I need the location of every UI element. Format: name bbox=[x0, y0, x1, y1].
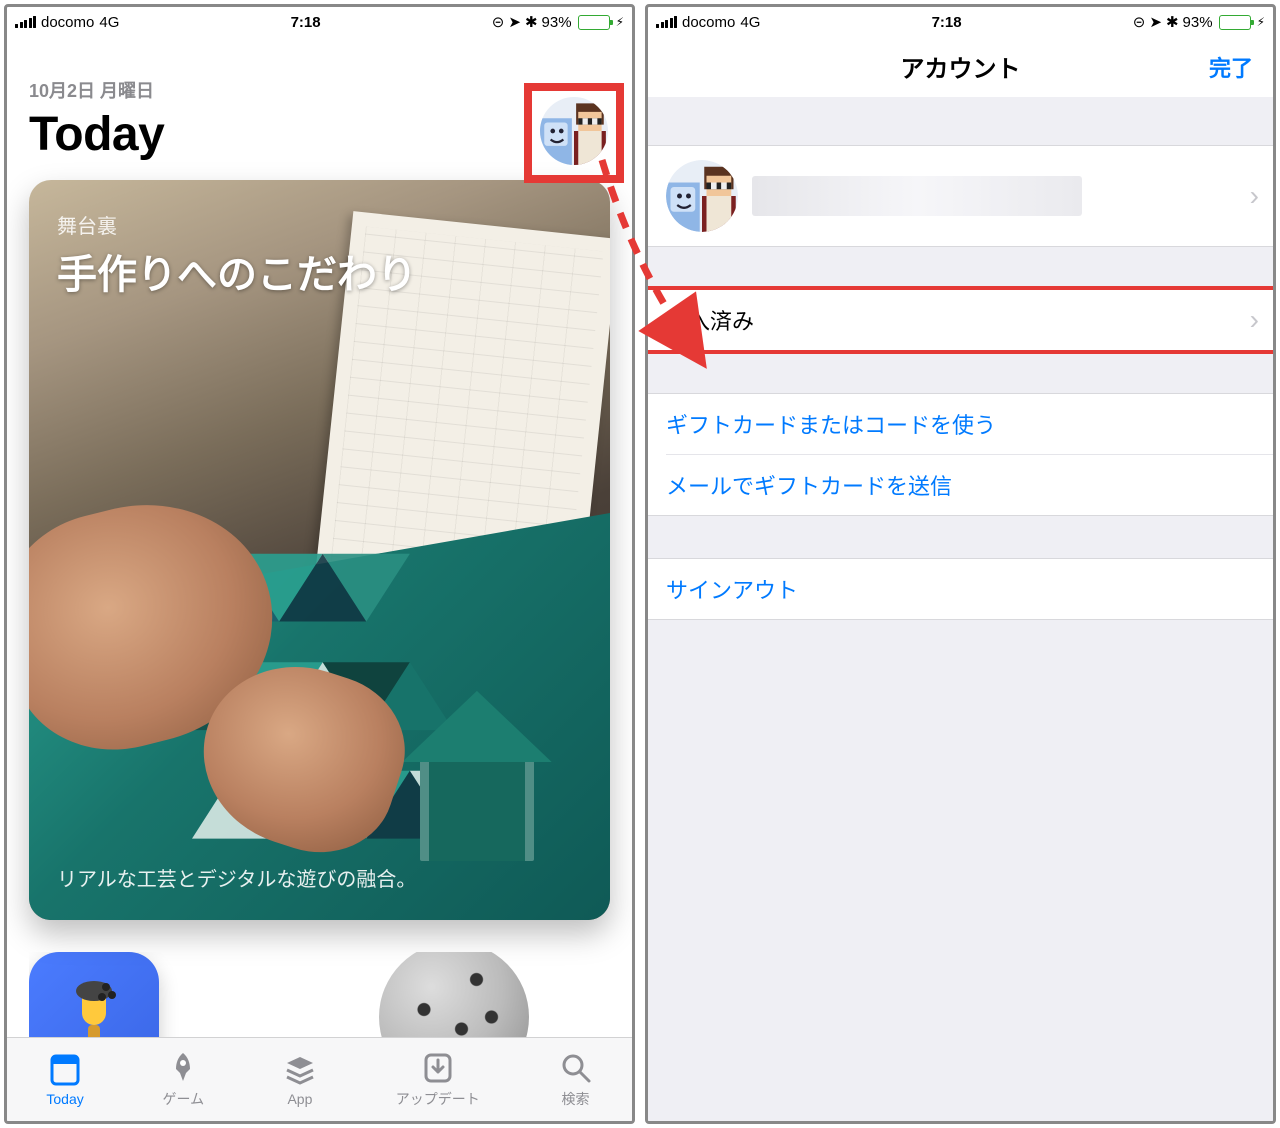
tab-games-label: ゲーム bbox=[163, 1089, 205, 1109]
redeem-gift-label: ギフトカードまたはコードを使う bbox=[666, 408, 996, 440]
tab-today-label: Today bbox=[46, 1091, 83, 1107]
next-card-peek bbox=[29, 952, 610, 1037]
battery-icon bbox=[1219, 15, 1251, 30]
today-header: 10月2日 月曜日 Today bbox=[7, 37, 632, 172]
rotation-lock-icon: ⊝ bbox=[492, 13, 505, 31]
send-gift-label: メールでギフトカードを送信 bbox=[666, 469, 952, 501]
layers-icon bbox=[283, 1053, 317, 1087]
avatar-icon bbox=[666, 160, 738, 232]
done-button[interactable]: 完了 bbox=[1209, 51, 1253, 83]
clock: 7:18 bbox=[760, 14, 1132, 31]
signal-icon bbox=[656, 16, 677, 28]
purchased-label: 購入済み bbox=[666, 304, 754, 336]
tab-apps[interactable]: App bbox=[283, 1053, 317, 1107]
nav-title: アカウント bbox=[901, 49, 1021, 84]
card-headline: 手作りへのこだわり bbox=[57, 242, 417, 300]
tab-today[interactable]: Today bbox=[46, 1053, 83, 1107]
battery-pct: 93% bbox=[1183, 14, 1213, 31]
send-gift-cell[interactable]: メールでギフトカードを送信 bbox=[666, 454, 1273, 515]
chevron-right-icon: › bbox=[1250, 180, 1259, 212]
battery-icon bbox=[578, 15, 610, 30]
today-icon bbox=[48, 1053, 82, 1087]
signout-label: サインアウト bbox=[666, 573, 798, 605]
carrier-label: docomo bbox=[41, 14, 94, 31]
battery-pct: 93% bbox=[542, 14, 572, 31]
search-icon bbox=[559, 1051, 593, 1085]
rotation-lock-icon: ⊝ bbox=[1133, 13, 1146, 31]
chevron-right-icon: › bbox=[1250, 304, 1259, 336]
location-icon: ➤ bbox=[1149, 13, 1162, 31]
card-caption: リアルな工芸とデジタルな遊びの融合。 bbox=[57, 863, 416, 892]
signout-cell[interactable]: サインアウト bbox=[648, 559, 1273, 619]
tab-updates[interactable]: アップデート bbox=[396, 1051, 480, 1109]
status-bar: docomo 4G 7:18 ⊝ ➤ ✱ 93% ⚡︎ bbox=[7, 7, 632, 37]
carrier-label: docomo bbox=[682, 14, 735, 31]
network-label: 4G bbox=[740, 14, 760, 31]
phone-left-appstore-today: docomo 4G 7:18 ⊝ ➤ ✱ 93% ⚡︎ 10月2日 月曜日 To… bbox=[4, 4, 635, 1124]
rocket-icon bbox=[166, 1051, 200, 1085]
tab-search-label: 検索 bbox=[562, 1089, 590, 1109]
nav-bar: アカウント 完了 bbox=[648, 37, 1273, 97]
card-eyebrow: 舞台裏 bbox=[57, 210, 117, 239]
download-icon bbox=[421, 1051, 455, 1085]
tab-updates-label: アップデート bbox=[396, 1089, 480, 1109]
network-label: 4G bbox=[99, 14, 119, 31]
redeem-gift-cell[interactable]: ギフトカードまたはコードを使う bbox=[648, 394, 1273, 454]
purchased-cell[interactable]: 購入済み › bbox=[648, 290, 1273, 350]
charging-icon: ⚡︎ bbox=[616, 15, 624, 29]
peek-app-icon bbox=[29, 952, 159, 1037]
tab-apps-label: App bbox=[287, 1091, 312, 1107]
clock: 7:18 bbox=[119, 14, 491, 31]
tab-games[interactable]: ゲーム bbox=[163, 1051, 205, 1109]
phone-right-account: docomo 4G 7:18 ⊝ ➤ ✱ 93% ⚡︎ アカウント 完了 bbox=[645, 4, 1276, 1124]
avatar-icon bbox=[540, 97, 608, 165]
account-avatar-button[interactable] bbox=[540, 97, 608, 165]
tab-search[interactable]: 検索 bbox=[559, 1051, 593, 1109]
signal-icon bbox=[15, 16, 36, 28]
page-title: Today bbox=[29, 107, 610, 162]
status-bar: docomo 4G 7:18 ⊝ ➤ ✱ 93% ⚡︎ bbox=[648, 7, 1273, 37]
bluetooth-icon: ✱ bbox=[1166, 13, 1179, 31]
charging-icon: ⚡︎ bbox=[1257, 15, 1265, 29]
location-icon: ➤ bbox=[508, 13, 521, 31]
tab-bar: Today ゲーム App アップデート 検索 bbox=[7, 1037, 632, 1121]
peek-movie-reel-icon bbox=[379, 952, 529, 1037]
bluetooth-icon: ✱ bbox=[525, 13, 538, 31]
date-label: 10月2日 月曜日 bbox=[29, 77, 610, 103]
apple-id-cell[interactable]: › bbox=[648, 146, 1273, 246]
apple-id-redacted bbox=[752, 176, 1082, 216]
today-feature-card[interactable]: 舞台裏 手作りへのこだわり リアルな工芸とデジタルな遊びの融合。 bbox=[29, 180, 610, 920]
